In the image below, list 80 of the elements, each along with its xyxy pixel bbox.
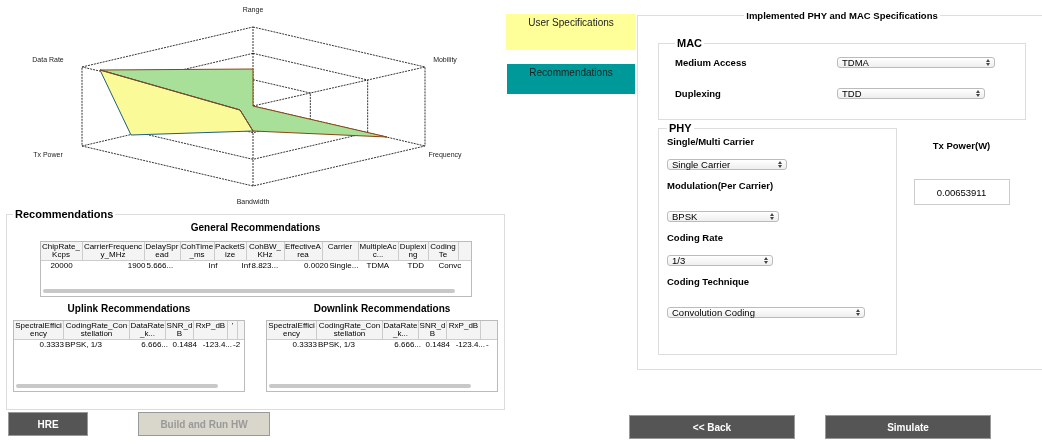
column-header: SpectralEfficiency: [14, 321, 64, 339]
column-header: Carrier: [322, 242, 359, 260]
table-cell-text: 6.666...: [140, 340, 169, 349]
column-header: CarrierFrequency_MHz: [82, 242, 145, 260]
table-cell-text: BPSK, 1/3: [65, 340, 103, 349]
field-label: Medium Access: [675, 57, 748, 68]
column-header: DataRate_k...: [130, 321, 166, 339]
updown-arrows-icon: [764, 257, 768, 264]
column-header: SNR_dB: [419, 321, 447, 339]
column-header: RxP_dB: [447, 321, 481, 339]
table-cell-text: -2: [233, 340, 242, 349]
table-cell-text: 20000: [49, 261, 74, 270]
table-cell-text: 0.3333: [291, 340, 318, 349]
table-cell-text: TDMA: [366, 261, 391, 270]
column-header: ': [228, 321, 238, 339]
field-label: Coding Rate: [667, 232, 724, 243]
dropdown[interactable]: TDD: [837, 88, 985, 99]
panel-title: Recommendations: [14, 208, 115, 220]
column-header: DelaySpread: [144, 242, 181, 260]
field-label: Coding Technique: [667, 276, 751, 287]
table-cell-text: Inf: [207, 261, 219, 270]
column-header: Duplexing: [398, 242, 429, 260]
panel-title: Implemented PHY and MAC Specifications: [745, 10, 939, 21]
table-cell-text: 8.823...: [251, 261, 280, 270]
field-label: Single/Multi Carrier: [667, 136, 756, 147]
updown-arrows-icon: [976, 90, 980, 97]
dropdown[interactable]: BPSK: [667, 211, 779, 222]
table-cell-text: TDD: [407, 261, 425, 270]
column-header: CodingTe: [428, 242, 459, 260]
table-cell-text: Single...: [329, 261, 360, 270]
dropdown[interactable]: 1/3: [667, 255, 773, 266]
section-title: Downlink Recommendations: [312, 303, 452, 314]
table-cell-text: 6.666...: [393, 340, 422, 349]
updown-arrows-icon: [986, 59, 990, 66]
field-label: Modulation(Per Carrier): [667, 180, 775, 191]
table-cell-text: 1900: [126, 261, 147, 270]
table-cell-text: 0.0020: [303, 261, 330, 270]
table-cell-text: -123.4...: [201, 340, 233, 349]
table-cell-text: -123.4...: [454, 340, 486, 349]
column-header: EffectiveArea: [284, 242, 323, 260]
action-button[interactable]: << Back: [629, 415, 795, 439]
panel-title: PHY: [668, 122, 693, 134]
scrollbar[interactable]: [269, 384, 472, 388]
column-header: CohBW_KHz: [246, 242, 285, 260]
field-label: Duplexing: [675, 88, 722, 99]
table-cell-text: Inf: [240, 261, 252, 270]
updown-arrows-icon: [778, 161, 782, 168]
table-cell-text: BPSK, 1/3: [318, 340, 356, 349]
column-header: RxP_dB: [194, 321, 228, 339]
action-button[interactable]: Simulate: [825, 415, 991, 439]
dropdown[interactable]: TDMA: [837, 57, 995, 68]
table-cell-text: 0.3333: [38, 340, 65, 349]
column-header: CodingRate_Constellation: [64, 321, 130, 339]
column-header: MultipleAcc...: [358, 242, 399, 260]
panel-title: MAC: [676, 37, 704, 49]
table-cell-text: 0.1484: [171, 340, 198, 349]
column-header: SpectralEfficiency: [267, 321, 317, 339]
dropdown[interactable]: Single Carrier: [667, 159, 787, 170]
value-field[interactable]: 0.00653911: [913, 179, 1010, 205]
column-header: CohTime_ms: [180, 242, 215, 260]
column-header: CodingRate_Constellation: [317, 321, 383, 339]
column-header: DataRate_k...: [383, 321, 419, 339]
field-label: Tx Power(W): [932, 140, 991, 151]
section-title: General Recommendations: [189, 222, 322, 233]
table-cell-text: 0.1484: [424, 340, 451, 349]
updown-arrows-icon: [770, 213, 774, 220]
dropdown[interactable]: Convolution Coding: [667, 307, 865, 318]
column-header: SNR_dB: [166, 321, 194, 339]
updown-arrows-icon: [856, 309, 860, 316]
table-cell-text: 5.666...: [146, 261, 175, 270]
table-cell-text: Convc: [438, 261, 463, 270]
column-header: PacketSize: [214, 242, 247, 260]
scrollbar[interactable]: [42, 289, 456, 293]
action-button[interactable]: HRE: [8, 412, 88, 436]
scrollbar[interactable]: [16, 384, 219, 388]
table-cell-text: -: [486, 340, 490, 349]
section-title: Uplink Recommendations: [66, 303, 192, 314]
legend-item: User Specifications: [506, 14, 636, 50]
legend-item: Recommendations: [507, 64, 635, 94]
column-header: ChipRate_Kcps: [40, 242, 83, 260]
